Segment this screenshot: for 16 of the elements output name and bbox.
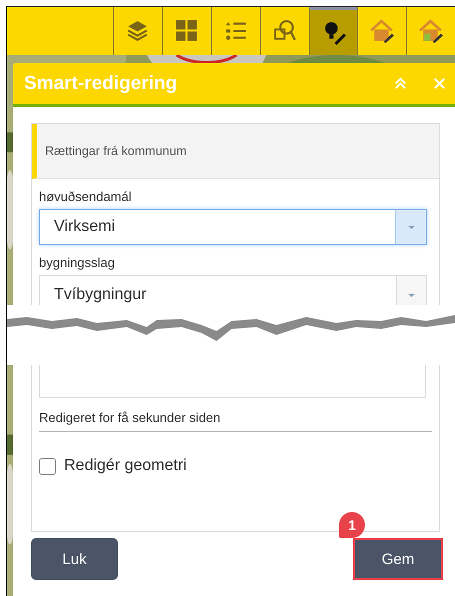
dialog-button[interactable]: Gem xyxy=(355,540,441,578)
house-pencil-icon xyxy=(369,18,395,44)
toolbar-button[interactable] xyxy=(309,7,357,55)
house-pencil-icon xyxy=(418,18,444,44)
panel-title: Smart-redigering xyxy=(24,72,178,94)
edit-timestamp: Redigeret for få sekunder siden xyxy=(39,398,432,432)
dropdown-field[interactable]: Virksemi xyxy=(39,209,427,245)
caret-icon xyxy=(406,224,416,230)
section-title: Rættingar frá kommunum xyxy=(45,144,187,158)
checkbox-label: Redigér geometri xyxy=(64,457,187,475)
field-label: høvuðsendamál xyxy=(39,189,132,204)
caret-icon xyxy=(407,293,416,298)
dialog-button[interactable]: Luk xyxy=(31,538,118,580)
grid-icon xyxy=(174,18,200,44)
checkbox[interactable] xyxy=(39,458,56,474)
field-label: bygningsslag xyxy=(39,255,116,270)
